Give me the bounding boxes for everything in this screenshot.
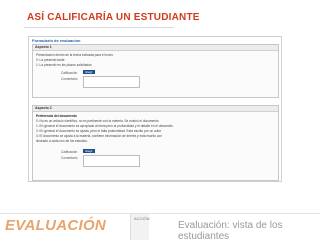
comment-label: Comentario: [61, 156, 78, 160]
aspect-block-1: Aspecto 1 Presentación dentro de la fech…: [32, 44, 279, 98]
aspect-line: 0: No es un artículo científico, no es p…: [36, 119, 159, 123]
aspect-line: 3: El documento se ajusta a la materia, …: [36, 134, 162, 138]
footer-section-label: ACCIÓN: [134, 216, 150, 221]
form-title: Formulario de evaluacion: [32, 38, 81, 43]
grade-label: Calificación: [61, 71, 78, 75]
aspect-line: Pertinencia del documento: [36, 114, 77, 118]
aspect-line: ilustrado a cada uno de los estudios.: [36, 139, 88, 143]
footer-brand: EVALUACIÓN: [5, 217, 107, 234]
aspect-line: Presentación dentro de la fecha indicada…: [36, 53, 114, 57]
grade-select[interactable]: Elegir: [83, 149, 95, 153]
grade-label: Calificación: [61, 150, 78, 154]
grade-select[interactable]: Elegir: [83, 70, 95, 74]
aspect-line: 1: En general el documento es apropiado …: [36, 124, 173, 128]
aspect-line: 1: La presentó en los plazos solicitados: [36, 63, 92, 67]
aspect-block-2: Aspecto 2 Pertinencia del documento 0: N…: [32, 105, 279, 181]
evaluation-form-panel: Formulario de evaluacion Aspecto 1 Prese…: [28, 36, 282, 182]
title-divider: [24, 27, 174, 28]
comment-field[interactable]: [83, 155, 140, 167]
slide-title: ASÍ CALIFICARÍA UN ESTUDIANTE: [27, 12, 200, 23]
footer-subtitle: Evaluación: vista de los estudiantes: [178, 220, 283, 242]
aspect-line: 2: En general el documento se ajusta, pe…: [36, 129, 162, 133]
comment-label: Comentario: [61, 77, 78, 81]
aspect-header: Aspecto 1: [33, 45, 278, 51]
comment-field[interactable]: [83, 76, 140, 88]
footer-divider: [0, 213, 320, 214]
aspect-line: 0: La presentó tarde: [36, 58, 65, 62]
aspect-header: Aspecto 2: [33, 106, 278, 112]
